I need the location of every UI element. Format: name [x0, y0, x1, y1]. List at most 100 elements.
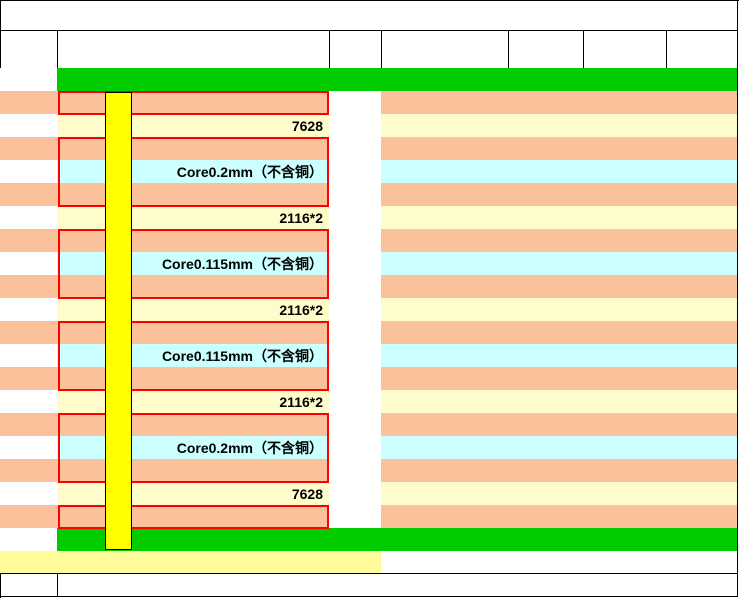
hole-design-cell — [57, 68, 330, 92]
stackup-table: 7628 Core0.2mm（不含铜） 2116*2 Core0.115mm（不含铜）… — [0, 0, 739, 598]
layer-name-cell — [329, 275, 382, 299]
layer-name-cell — [329, 321, 382, 345]
material-cell — [381, 298, 509, 322]
thickness-um-cell — [583, 252, 667, 276]
total-thickness-um — [583, 551, 667, 574]
thickness-mil-cell — [508, 367, 584, 391]
layer-name-cell — [329, 459, 382, 483]
thickness-mil-cell — [508, 413, 584, 437]
thickness-mil-cell — [508, 206, 584, 230]
through-hole-via — [105, 92, 132, 550]
hole-design-label: 2116*2 — [279, 301, 323, 318]
layer-name-cell — [329, 137, 382, 161]
tolerance-cell — [666, 183, 738, 207]
thickness-um-cell — [583, 137, 667, 161]
header-tolerance — [666, 30, 738, 69]
tolerance-cell — [666, 91, 738, 115]
header-material — [381, 30, 509, 69]
material-note-label — [0, 573, 58, 597]
thickness-um-cell — [583, 528, 667, 552]
layer-name-cell — [329, 91, 382, 115]
layer-name-cell — [329, 206, 382, 230]
layer-no-cell — [0, 183, 58, 207]
thickness-um-cell — [583, 459, 667, 483]
hole-design-label: Core0.115mm（不含铜） — [161, 347, 323, 364]
material-cell — [381, 344, 509, 368]
thickness-mil-cell — [508, 344, 584, 368]
material-cell — [381, 459, 509, 483]
header-thickness-um — [583, 30, 667, 69]
tolerance-cell — [666, 482, 738, 506]
tolerance-cell — [666, 229, 738, 253]
material-cell — [381, 367, 509, 391]
layer-name-cell — [329, 390, 382, 414]
material-cell — [381, 183, 509, 207]
thickness-mil-cell — [508, 436, 584, 460]
thickness-um-cell — [583, 68, 667, 92]
layer-no-cell — [0, 137, 58, 161]
material-cell — [381, 114, 509, 138]
layer-name-cell — [329, 344, 382, 368]
layer-no-cell — [0, 114, 58, 138]
thickness-mil-cell — [508, 321, 584, 345]
material-cell — [381, 505, 509, 529]
tolerance-cell — [666, 68, 738, 92]
header-name — [329, 30, 382, 69]
layer-no-cell — [0, 206, 58, 230]
layer-name-cell — [329, 229, 382, 253]
tolerance-cell — [666, 413, 738, 437]
thickness-mil-cell — [508, 183, 584, 207]
thickness-um-cell — [583, 275, 667, 299]
thickness-mil-cell — [508, 390, 584, 414]
tolerance-cell — [666, 505, 738, 529]
thickness-um-cell — [583, 160, 667, 184]
hole-design-label: Core0.115mm（不含铜） — [161, 255, 323, 272]
hole-design-label: Core0.2mm（不含铜） — [176, 439, 323, 456]
layer-no-cell — [0, 459, 58, 483]
material-cell — [381, 160, 509, 184]
thickness-um-cell — [583, 298, 667, 322]
layer-no-cell — [0, 321, 58, 345]
thickness-um-cell — [583, 91, 667, 115]
material-cell — [381, 206, 509, 230]
totals-empty-cell — [666, 551, 738, 574]
thickness-um-cell — [583, 413, 667, 437]
tolerance-cell — [666, 206, 738, 230]
totals-empty-cell — [381, 551, 509, 574]
material-cell — [381, 436, 509, 460]
material-cell — [381, 390, 509, 414]
tolerance-cell — [666, 160, 738, 184]
layer-name-cell — [329, 183, 382, 207]
thickness-um-cell — [583, 183, 667, 207]
thickness-mil-cell — [508, 298, 584, 322]
outer-copper-outline — [58, 505, 329, 529]
total-thickness-mil — [508, 551, 584, 574]
layer-name-cell — [329, 252, 382, 276]
layer-name-cell — [329, 528, 382, 552]
tolerance-cell — [666, 114, 738, 138]
header-layer-no — [0, 30, 58, 69]
header-hole-design — [57, 30, 330, 69]
thickness-um-cell — [583, 505, 667, 529]
tolerance-cell — [666, 436, 738, 460]
thickness-mil-cell — [508, 528, 584, 552]
hole-design-label: 2116*2 — [279, 393, 323, 410]
thickness-mil-cell — [508, 114, 584, 138]
material-cell — [381, 413, 509, 437]
tolerance-cell — [666, 252, 738, 276]
hole-design-label: 2116*2 — [279, 209, 323, 226]
layer-name-cell — [329, 436, 382, 460]
material-cell — [381, 482, 509, 506]
thickness-um-cell — [583, 114, 667, 138]
hole-design-label: 7628 — [291, 117, 323, 134]
thickness-um-cell — [583, 344, 667, 368]
material-cell — [381, 91, 509, 115]
layer-no-cell — [0, 91, 58, 115]
layer-name-cell — [329, 68, 382, 92]
thickness-mil-cell — [508, 68, 584, 92]
layer-no-cell — [0, 505, 58, 529]
outer-copper-outline — [58, 91, 329, 115]
layer-name-cell — [329, 482, 382, 506]
layer-no-cell — [0, 68, 58, 92]
thickness-mil-cell — [508, 459, 584, 483]
